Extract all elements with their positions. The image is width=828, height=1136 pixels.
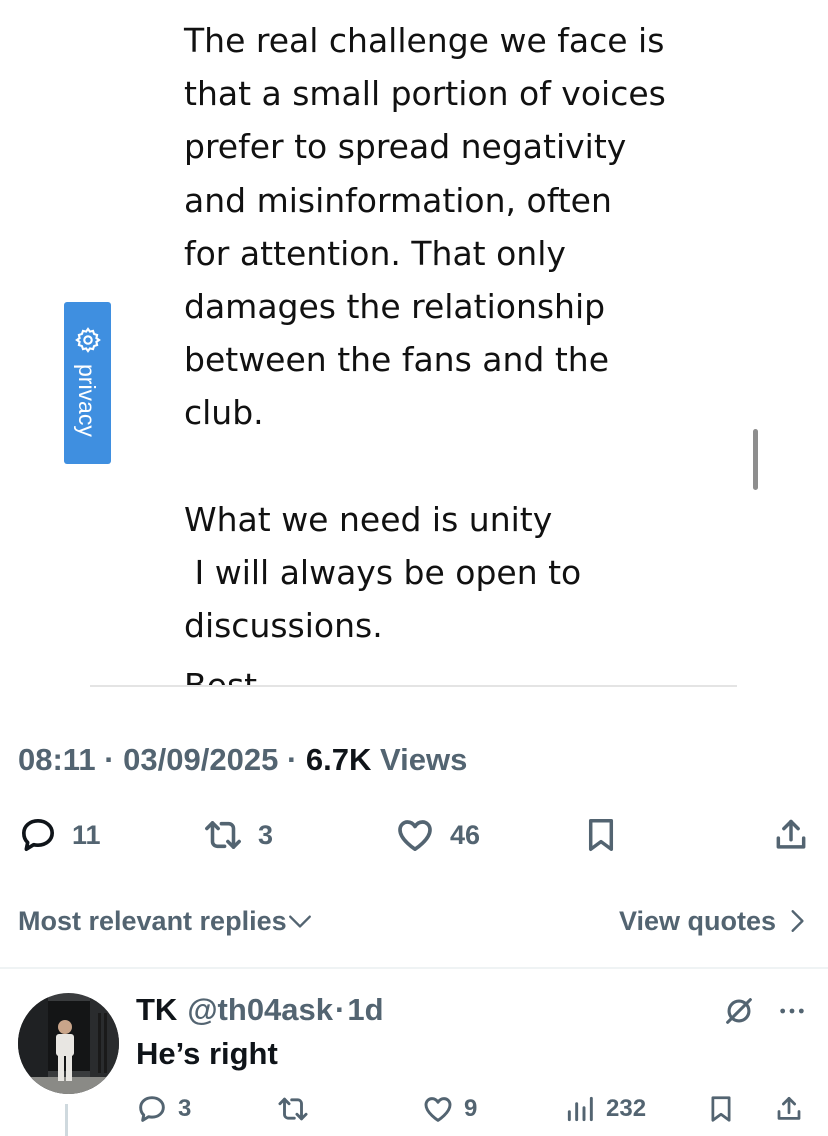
reply-action-bar: 3 9 232 xyxy=(0,1088,828,1130)
embedded-divider xyxy=(90,685,737,687)
reply-reply-button[interactable]: 3 xyxy=(136,1088,191,1130)
speech-bubble-icon xyxy=(139,1096,165,1122)
privacy-settings-tab: privacy xyxy=(64,302,111,464)
tweet-time[interactable]: 08:11 xyxy=(18,742,96,777)
tweet-meta: 08:11 · 03/09/2025 · 6.7K Views xyxy=(18,740,467,780)
reply-repost-button[interactable] xyxy=(276,1088,310,1130)
reply-header: TK @th04ask · 1d xyxy=(136,990,384,1030)
bookmark-icon xyxy=(711,1096,731,1122)
reply-share-button[interactable] xyxy=(774,1088,804,1130)
tweet-action-bar: 11 3 46 xyxy=(0,808,828,862)
chevron-down-icon xyxy=(288,915,311,928)
message-line: damages the relationship xyxy=(184,286,606,326)
share-button[interactable] xyxy=(772,808,810,862)
sort-label: Most relevant replies xyxy=(18,905,287,936)
repost-button[interactable]: 3 xyxy=(202,808,273,862)
views-label: Views xyxy=(380,742,468,777)
message-line: for attention. That only xyxy=(184,233,566,273)
like-count: 46 xyxy=(450,819,481,850)
embedded-screenshot: The real challenge we face is that a sma… xyxy=(0,0,828,700)
avatar[interactable] xyxy=(18,993,119,1094)
repost-arrows-icon xyxy=(278,1097,308,1121)
share-icon xyxy=(777,1097,801,1120)
gear-icon xyxy=(75,327,101,353)
meta-separator: · xyxy=(104,742,115,777)
meta-separator: · xyxy=(286,742,298,777)
reply-author-name[interactable]: TK xyxy=(136,992,177,1028)
reply-like-count: 9 xyxy=(464,1095,478,1122)
reply-bookmark-button[interactable] xyxy=(706,1088,736,1130)
heart-icon xyxy=(424,1097,452,1122)
message-line: prefer to spread negativity xyxy=(184,127,627,167)
view-quotes-label: View quotes xyxy=(618,905,776,936)
share-icon xyxy=(776,819,806,849)
message-line: discussions. xyxy=(184,606,383,646)
message-line: I will always be open to xyxy=(184,552,582,592)
heart-icon xyxy=(398,820,432,851)
reply-like-button[interactable]: 9 xyxy=(422,1088,477,1130)
grok-slash-icon[interactable] xyxy=(722,994,756,1028)
repost-arrows-icon xyxy=(205,821,241,849)
reply-time[interactable]: 1d xyxy=(347,992,383,1028)
bar-chart-icon xyxy=(567,1096,593,1122)
reply-count: 11 xyxy=(72,819,101,850)
speech-bubble-icon xyxy=(22,819,55,851)
bookmark-icon xyxy=(588,819,614,851)
message-line: The real challenge we face is xyxy=(184,21,665,60)
reply-views-count: 232 xyxy=(606,1095,647,1122)
tweet-date[interactable]: 03/09/2025 xyxy=(123,742,278,777)
privacy-label: privacy xyxy=(73,364,100,437)
reply-author-handle[interactable]: @th04ask xyxy=(187,992,333,1028)
reply-reply-count: 3 xyxy=(178,1095,192,1122)
views-count: 6.7K xyxy=(305,742,372,777)
reply-views-button[interactable]: 232 xyxy=(564,1088,646,1130)
sort-replies-button[interactable]: Most relevant replies xyxy=(18,900,313,942)
replies-bar: Most relevant replies View quotes xyxy=(18,900,810,942)
scrollbar-thumb xyxy=(753,429,758,490)
like-button[interactable]: 46 xyxy=(394,808,480,862)
more-dots-icon[interactable] xyxy=(776,994,808,1028)
embedded-message-text: The real challenge we face is that a sma… xyxy=(184,14,744,652)
message-line: What we need is unity xyxy=(184,499,553,539)
message-line: that a small portion of voices xyxy=(184,74,666,114)
message-line: club. xyxy=(184,393,264,433)
message-line: and misinformation, often xyxy=(184,180,612,220)
cut-off-line: Best xyxy=(184,664,384,685)
reply-separator: · xyxy=(335,992,346,1027)
bookmark-button[interactable] xyxy=(582,808,620,862)
reply-text: He’s right xyxy=(136,1036,278,1071)
message-line: between the fans and the xyxy=(184,340,610,380)
reply-button[interactable]: 11 xyxy=(18,808,101,862)
view-quotes-link[interactable]: View quotes xyxy=(619,900,810,942)
avatar-photo xyxy=(18,993,119,1094)
chevron-right-icon xyxy=(791,910,804,932)
section-divider xyxy=(0,967,828,969)
repost-count: 3 xyxy=(258,819,274,850)
